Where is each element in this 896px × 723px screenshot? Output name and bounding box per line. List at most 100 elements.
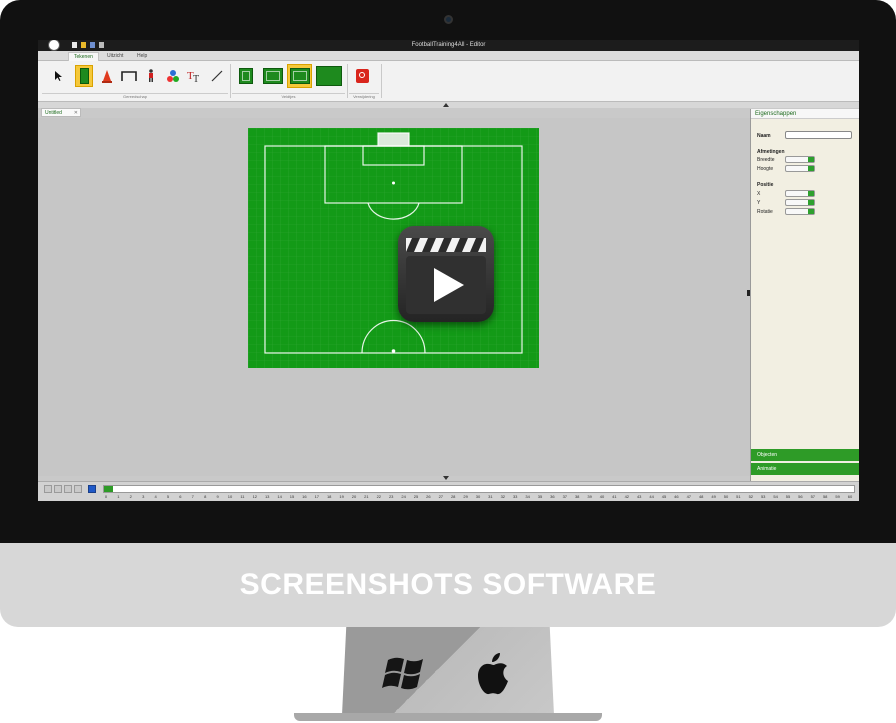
banner-text: SCREENSHOTS SOFTWARE — [239, 568, 657, 601]
timeline-tick-label: 24 — [401, 494, 406, 499]
timeline-tick-label: 52 — [748, 494, 754, 499]
timeline-tick-label: 33 — [512, 494, 518, 499]
timeline-tick-label: 15 — [289, 494, 295, 499]
document-tab[interactable]: Untitled ✕ — [41, 108, 81, 117]
menu-tabs: Tekenen Uitzicht Help — [38, 51, 859, 61]
drawing-canvas[interactable] — [38, 118, 750, 476]
timeline-tick-label: 32 — [500, 494, 506, 499]
timeline-tick-label: 1 — [117, 494, 120, 499]
timeline-tick-label: 19 — [339, 494, 344, 499]
timeline-tick-label: 30 — [475, 494, 481, 499]
rotation-label: Rotatie — [757, 209, 773, 215]
timeline-tick-label: 28 — [450, 494, 456, 499]
timeline-tick-label: 36 — [550, 494, 555, 499]
top-splitter[interactable] — [38, 102, 859, 108]
y-spinner[interactable] — [785, 199, 815, 206]
tab-uitzicht[interactable]: Uitzicht — [102, 52, 128, 61]
group-label-tools: Gereedschap — [42, 93, 228, 99]
width-spinner[interactable] — [785, 156, 815, 163]
timeline: 0 1 2 3 4 5 6 7 8 9 10 11 12 13 14 15 16 17 18 19 20 21 22 23 24… — [38, 481, 859, 501]
objects-accordion[interactable]: Objecten — [751, 449, 859, 461]
animation-accordion[interactable]: Animatie — [751, 463, 859, 475]
first-frame-button[interactable] — [44, 485, 52, 493]
timeline-slider[interactable] — [103, 485, 855, 493]
camera-dot — [444, 15, 453, 24]
rotation-spinner[interactable] — [785, 208, 815, 215]
close-tab-icon[interactable]: ✕ — [74, 109, 78, 117]
x-spinner[interactable] — [785, 190, 815, 197]
timeline-tick-label: 16 — [302, 494, 307, 499]
tab-tekenen[interactable]: Tekenen — [68, 52, 99, 61]
cone-icon[interactable] — [98, 65, 116, 87]
apple-icon — [478, 653, 508, 695]
timeline-tick-label: 51 — [736, 494, 741, 499]
last-frame-button[interactable] — [74, 485, 82, 493]
timeline-tick-label: 4 — [154, 494, 157, 499]
field-half-view[interactable] — [233, 64, 258, 88]
player-card-icon[interactable] — [75, 65, 93, 87]
select-arrow-icon[interactable] — [49, 65, 67, 87]
collapse-arrow-icon[interactable] — [443, 103, 449, 107]
timeline-tick-label: 5 — [166, 494, 170, 499]
timeline-tick-label: 3 — [142, 494, 145, 499]
play-video-icon[interactable] — [398, 226, 494, 322]
y-label: Y — [757, 200, 761, 206]
timeline-tick-label: 57 — [810, 494, 816, 499]
field-full-view[interactable] — [260, 64, 285, 88]
timeline-tick-label: 37 — [562, 494, 568, 499]
timeline-tick-label: 53 — [760, 494, 766, 499]
previous-frame-button[interactable] — [54, 485, 62, 493]
timeline-tick-label: 50 — [723, 494, 729, 499]
timeline-tick-label: 47 — [686, 494, 692, 499]
timeline-tick-label: 34 — [525, 494, 530, 499]
timeline-tick-label: 27 — [438, 494, 444, 499]
timeline-tick-label: 54 — [773, 494, 778, 499]
timeline-tick-label: 22 — [376, 494, 382, 499]
timeline-tick-label: 49 — [711, 494, 716, 499]
height-spinner[interactable] — [785, 165, 815, 172]
properties-panel: Eigenschappen Naam Afmetingen Breedte Ho… — [750, 109, 859, 481]
football-pitch[interactable] — [248, 128, 539, 368]
title-bar: FootballTraining4All - Editor — [38, 40, 859, 51]
timeline-tick-label: 48 — [698, 494, 704, 499]
ribbon-separator — [347, 64, 348, 98]
name-label: Naam — [757, 133, 771, 139]
group-label-fields: Veldtjes — [232, 93, 345, 99]
add-frame-button[interactable] — [88, 485, 96, 493]
timeline-tick-label: 2 — [129, 494, 132, 499]
player-icon[interactable] — [142, 65, 160, 87]
next-frame-button[interactable] — [64, 485, 72, 493]
timeline-tick-label: 11 — [240, 494, 245, 499]
timeline-tick-label: 40 — [599, 494, 605, 499]
width-label: Breedte — [757, 157, 775, 163]
app-window: FootballTraining4All - Editor Tekenen Ui… — [38, 40, 859, 501]
timeline-tick-label: 18 — [326, 494, 332, 499]
name-input[interactable] — [785, 131, 852, 139]
pitch-markings — [248, 128, 539, 368]
document-tab-label: Untitled — [45, 110, 62, 116]
timeline-tick-label: 17 — [314, 494, 320, 499]
timeline-tick-label: 9 — [216, 494, 219, 499]
line-icon[interactable] — [208, 65, 226, 87]
field-blank-view[interactable] — [314, 64, 344, 88]
tab-help[interactable]: Help — [132, 52, 152, 61]
timeline-progress — [104, 486, 113, 492]
delete-icon[interactable] — [353, 65, 371, 87]
height-label: Hoogte — [757, 166, 774, 172]
svg-text:T: T — [193, 74, 199, 83]
timeline-tick-label: 13 — [264, 494, 270, 499]
shapes-icon[interactable] — [164, 65, 182, 87]
field-quarter-view[interactable] — [287, 64, 312, 88]
goal-icon[interactable] — [120, 65, 138, 87]
text-icon[interactable]: TT — [186, 65, 204, 87]
expand-arrow-icon[interactable] — [443, 476, 449, 480]
timeline-tick-label: 21 — [364, 494, 369, 499]
windows-icon — [382, 657, 423, 690]
timeline-tick-label: 8 — [204, 494, 207, 499]
timeline-tick-label: 55 — [785, 494, 791, 499]
timeline-tick-label: 25 — [413, 494, 419, 499]
timeline-tick-label: 45 — [661, 494, 667, 499]
timeline-tick-label: 44 — [649, 494, 654, 499]
monitor-base — [294, 713, 602, 721]
timeline-tick-label: 7 — [191, 494, 194, 499]
